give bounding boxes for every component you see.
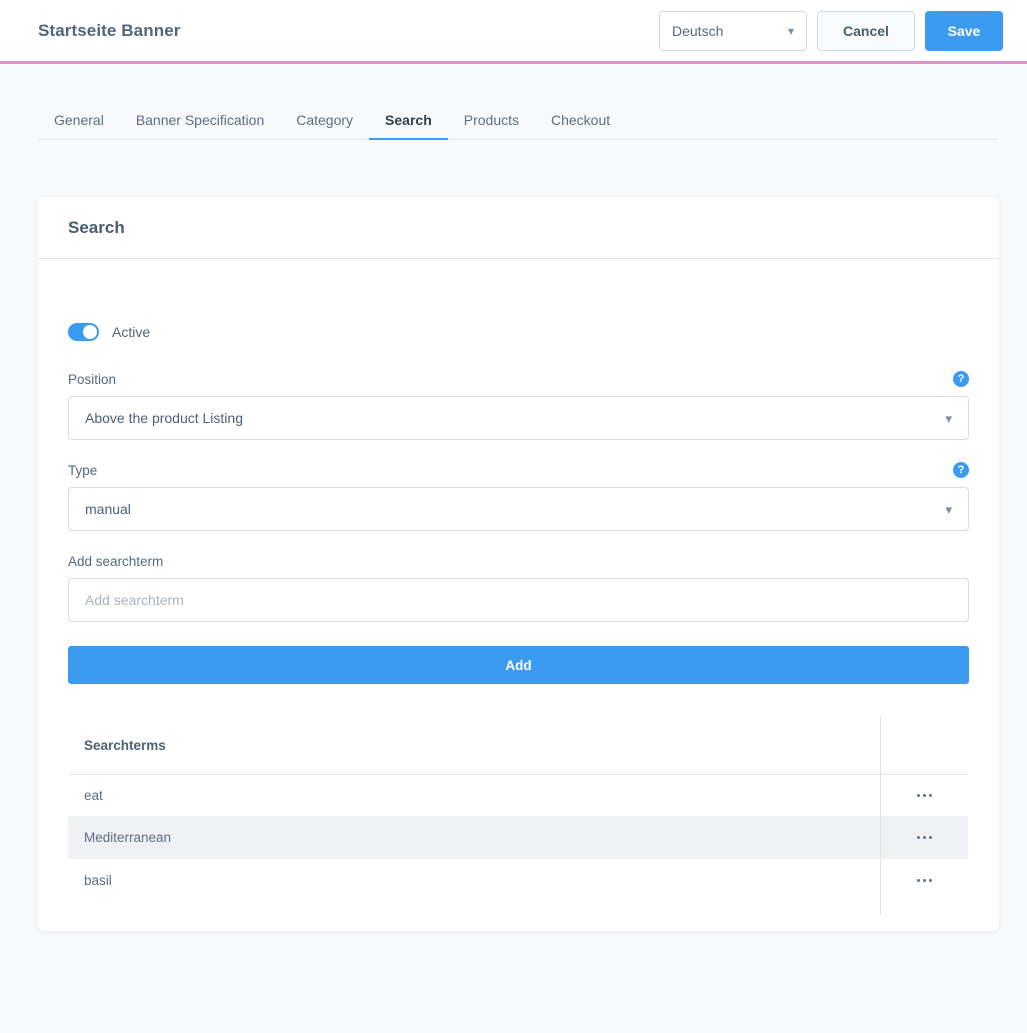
chevron-down-icon: ▾ (945, 501, 952, 517)
tabs-container: General Banner Specification Category Se… (0, 64, 1027, 140)
active-toggle[interactable] (68, 323, 99, 341)
position-select-value: Above the product Listing (85, 410, 243, 426)
cancel-button[interactable]: Cancel (817, 10, 915, 51)
card-title: Search (68, 217, 125, 237)
tab-products[interactable]: Products (448, 113, 535, 139)
column-header-searchterms: Searchterms (84, 738, 166, 753)
type-label-row: Type ? (68, 461, 969, 479)
row-actions-cell (880, 873, 968, 888)
position-label-row: Position ? (68, 370, 969, 388)
position-label: Position (68, 371, 117, 387)
header-actions: Deutsch ▾ Cancel Save (659, 10, 1003, 51)
searchterm-value: basil (84, 872, 112, 888)
row-actions-cell (880, 830, 968, 845)
add-searchterm-placeholder: Add searchterm (85, 592, 184, 608)
type-field: Type ? manual ▾ (68, 461, 969, 531)
active-toggle-row: Active (68, 290, 969, 349)
help-icon[interactable]: ? (953, 462, 969, 478)
card-header: Search (38, 197, 999, 259)
tab-category[interactable]: Category (280, 113, 369, 139)
table-column-divider (880, 717, 881, 914)
page-title: Startseite Banner (38, 20, 181, 40)
chevron-down-icon: ▾ (945, 410, 952, 426)
app-header: Startseite Banner Deutsch ▾ Cancel Save (0, 0, 1027, 64)
more-options-icon[interactable] (913, 830, 936, 845)
row-actions-cell (880, 788, 968, 803)
help-icon[interactable]: ? (953, 371, 969, 387)
type-select[interactable]: manual ▾ (68, 487, 969, 531)
tab-banner-specification[interactable]: Banner Specification (120, 113, 280, 139)
tab-checkout[interactable]: Checkout (535, 113, 626, 139)
search-card: Search Active Position ? Above the produ… (38, 197, 999, 931)
add-searchterm-input[interactable]: Add searchterm (68, 578, 969, 622)
searchterm-value: eat (84, 788, 103, 803)
chevron-down-icon: ▾ (787, 23, 794, 38)
table-row[interactable]: Mediterranean (68, 817, 968, 859)
language-select-value: Deutsch (672, 22, 724, 39)
table-header-row: Searchterms (68, 717, 968, 775)
tab-search[interactable]: Search (369, 113, 448, 140)
table-row[interactable]: basil (68, 859, 968, 901)
active-toggle-label: Active (112, 324, 151, 340)
more-options-icon[interactable] (913, 788, 936, 803)
toggle-knob (83, 325, 97, 339)
card-body: Active Position ? Above the product List… (38, 259, 999, 931)
more-options-icon[interactable] (913, 873, 936, 888)
save-button[interactable]: Save (925, 10, 1003, 51)
type-select-value: manual (85, 501, 131, 517)
position-select[interactable]: Above the product Listing ▾ (68, 396, 969, 440)
table-row[interactable]: eat (68, 775, 968, 817)
add-button[interactable]: Add (68, 646, 969, 684)
searchterms-table: Searchterms eat Mediterranean basil (68, 717, 969, 914)
tab-general[interactable]: General (38, 113, 120, 139)
position-field: Position ? Above the product Listing ▾ (68, 370, 969, 440)
searchterm-value: Mediterranean (84, 830, 172, 845)
language-select[interactable]: Deutsch ▾ (659, 10, 807, 51)
type-label: Type (68, 462, 98, 478)
tab-bar: General Banner Specification Category Se… (38, 96, 998, 140)
add-searchterm-label: Add searchterm (68, 553, 164, 569)
add-searchterm-field: Add searchterm Add searchterm (68, 552, 969, 622)
add-searchterm-label-row: Add searchterm (68, 552, 969, 570)
